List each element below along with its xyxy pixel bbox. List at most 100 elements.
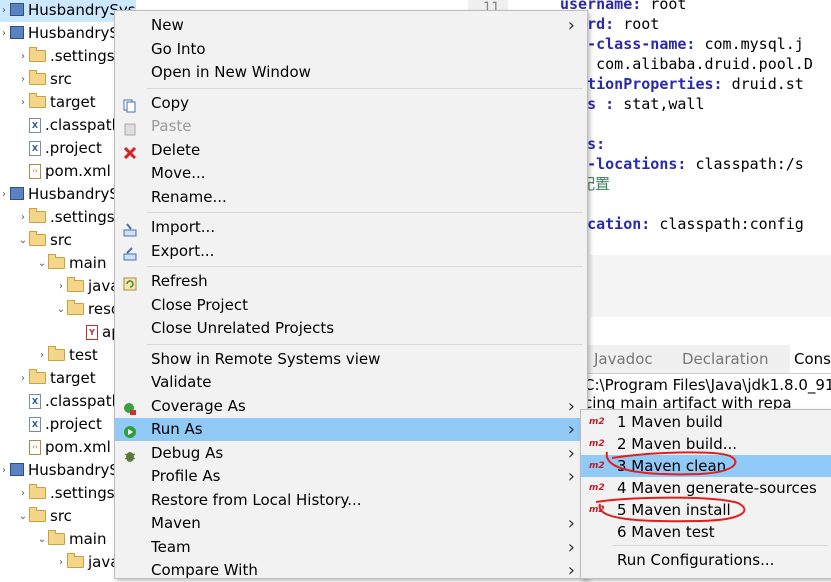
menu-item-coverage-as[interactable]: Coverage As › — [115, 395, 587, 418]
tree-item[interactable]: ‹› pom.xml — [17, 160, 111, 183]
submenu-item-3-maven-clean[interactable]: m2 3 Maven clean — [581, 455, 831, 477]
menu-item-move[interactable]: Move... — [115, 162, 587, 185]
chevron-icon[interactable]: › — [36, 344, 48, 367]
project-icon — [10, 463, 24, 476]
menu-item-maven[interactable]: Maven › — [115, 512, 587, 535]
tree-item[interactable]: ⌄ main — [36, 252, 106, 275]
chevron-icon[interactable]: › — [17, 91, 29, 114]
chevron-icon[interactable]: › — [17, 367, 29, 390]
submenu-item-5-maven-install[interactable]: m2 5 Maven install — [581, 499, 831, 521]
menu-item-team[interactable]: Team › — [115, 536, 587, 559]
code-line: 配置 — [580, 174, 813, 194]
chevron-icon[interactable]: › — [17, 45, 29, 68]
tree-item[interactable]: ⌄ src — [17, 229, 72, 252]
menu-item-copy[interactable]: Copy — [115, 92, 587, 115]
tree-item-label: src — [50, 231, 72, 249]
chevron-icon[interactable]: ⌄ — [36, 252, 48, 275]
tree-item[interactable]: › src — [17, 68, 72, 91]
menu-item-label: Validate — [151, 373, 212, 391]
tree-item[interactable]: › target — [17, 91, 96, 114]
chevron-icon[interactable]: › — [0, 183, 10, 206]
tree-item[interactable]: X .classpath — [17, 114, 121, 137]
console-line: C:\Program Files\Java\jdk1.8.0_91\ — [584, 376, 831, 394]
tree-item[interactable]: › java — [55, 275, 119, 298]
tree-item[interactable]: X .project — [17, 413, 102, 436]
menu-item-import[interactable]: Import... — [115, 216, 587, 239]
menu-item-run-as[interactable]: Run As › — [115, 418, 587, 441]
menu-item-compare-with[interactable]: Compare With › — [115, 559, 587, 582]
menu-item-new[interactable]: New › — [115, 14, 587, 37]
menu-item-export[interactable]: Export... — [115, 240, 587, 263]
folder-icon — [48, 345, 65, 361]
tab-conso[interactable]: Conso — [790, 345, 831, 373]
file-icon: X — [29, 141, 41, 156]
maven-m2-icon: m2 — [589, 417, 605, 427]
submenu-item-1-maven-build[interactable]: m2 1 Maven build — [581, 411, 831, 433]
tree-item[interactable]: › .settings — [17, 206, 115, 229]
menu-item-close-project[interactable]: Close Project — [115, 294, 587, 317]
file-icon: X — [29, 118, 41, 133]
folder-icon — [29, 69, 46, 85]
menu-item-restore-from-local-history[interactable]: Restore from Local History... — [115, 489, 587, 512]
menu-item-debug-as[interactable]: Debug As › — [115, 442, 587, 465]
project-explorer: › HusbandrySys › HusbandrySys › .settings › src… — [0, 0, 136, 577]
menu-item-validate[interactable]: Validate — [115, 371, 587, 394]
menu-item-rename[interactable]: Rename... — [115, 186, 587, 209]
chevron-icon[interactable]: ⌄ — [17, 229, 29, 252]
chevron-icon[interactable]: › — [0, 459, 10, 482]
chevron-icon[interactable]: › — [17, 206, 29, 229]
bottom-panel-tabs: Javadoc Declaration Conso — [582, 345, 831, 374]
menu-item-label: Close Project — [151, 295, 248, 314]
code-line: nectionProperties: druid.st — [560, 74, 813, 94]
project-icon — [10, 3, 24, 16]
folder-icon — [67, 276, 84, 292]
folder-icon — [67, 552, 84, 568]
chevron-icon[interactable]: › — [0, 0, 10, 22]
submenu-item-2-maven-build[interactable]: m2 2 Maven build... — [581, 433, 831, 455]
menu-item-go-into[interactable]: Go Into — [115, 38, 587, 61]
menu-item-close-unrelated-projects[interactable]: Close Unrelated Projects — [115, 317, 587, 340]
tree-item[interactable]: X .classpath — [17, 390, 121, 413]
submenu-item-run-configurations[interactable]: Run Configurations... — [581, 549, 831, 571]
menu-item-label: Profile As — [151, 467, 221, 485]
menu-item-show-in-remote-systems-view[interactable]: Show in Remote Systems view — [115, 348, 587, 371]
chevron-icon[interactable]: ⌄ — [36, 528, 48, 551]
chevron-icon[interactable]: ⌄ — [55, 298, 67, 321]
menu-item-profile-as[interactable]: Profile As › — [115, 465, 587, 488]
tree-item[interactable]: › .settings — [17, 45, 115, 68]
menu-item-label: Run As — [151, 420, 203, 438]
chevron-icon[interactable]: › — [55, 551, 67, 574]
chevron-icon[interactable]: › — [17, 482, 29, 505]
tab-declaration[interactable]: Declaration — [678, 345, 768, 373]
menu-item-label: Refresh — [151, 272, 208, 290]
tree-item[interactable]: ‹› pom.xml — [17, 436, 111, 459]
chevron-icon[interactable]: › — [0, 22, 10, 45]
menu-item-label: Export... — [151, 241, 215, 260]
chevron-icon[interactable]: ⌄ — [17, 505, 29, 528]
menu-item-label: Paste — [151, 117, 192, 135]
tree-item[interactable]: ⌄ main — [36, 528, 106, 551]
tree-item[interactable]: › test — [36, 344, 98, 367]
chevron-right-icon: › — [567, 15, 575, 36]
tab-javadoc[interactable]: Javadoc — [590, 345, 653, 373]
tree-item[interactable]: X .project — [17, 137, 102, 160]
menu-item-refresh[interactable]: Refresh — [115, 270, 587, 293]
file-icon: X — [29, 417, 41, 432]
submenu-item-4-maven-generate-sources[interactable]: m2 4 Maven generate-sources — [581, 477, 831, 499]
tree-item[interactable]: › .settings — [17, 482, 115, 505]
menu-item-delete[interactable]: Delete — [115, 139, 587, 162]
yaml-code[interactable]: username: rootsword: rootver-class-name:… — [560, 0, 813, 234]
import-icon — [123, 221, 137, 237]
tree-item[interactable]: › target — [17, 367, 96, 390]
yaml-value: com.mysql.j — [695, 35, 804, 53]
menu-item-label: Copy — [151, 93, 190, 112]
tree-item[interactable]: › java — [55, 551, 119, 574]
folder-icon — [29, 46, 46, 62]
chevron-icon[interactable]: › — [55, 275, 67, 298]
chevron-icon[interactable]: › — [17, 68, 29, 91]
menu-item-open-in-new-window[interactable]: Open in New Window — [115, 61, 587, 84]
tree-item[interactable]: ⌄ src — [17, 505, 72, 528]
submenu-item-6-maven-test[interactable]: 6 Maven test — [581, 521, 831, 543]
xml-file-icon: ‹› — [29, 440, 41, 455]
